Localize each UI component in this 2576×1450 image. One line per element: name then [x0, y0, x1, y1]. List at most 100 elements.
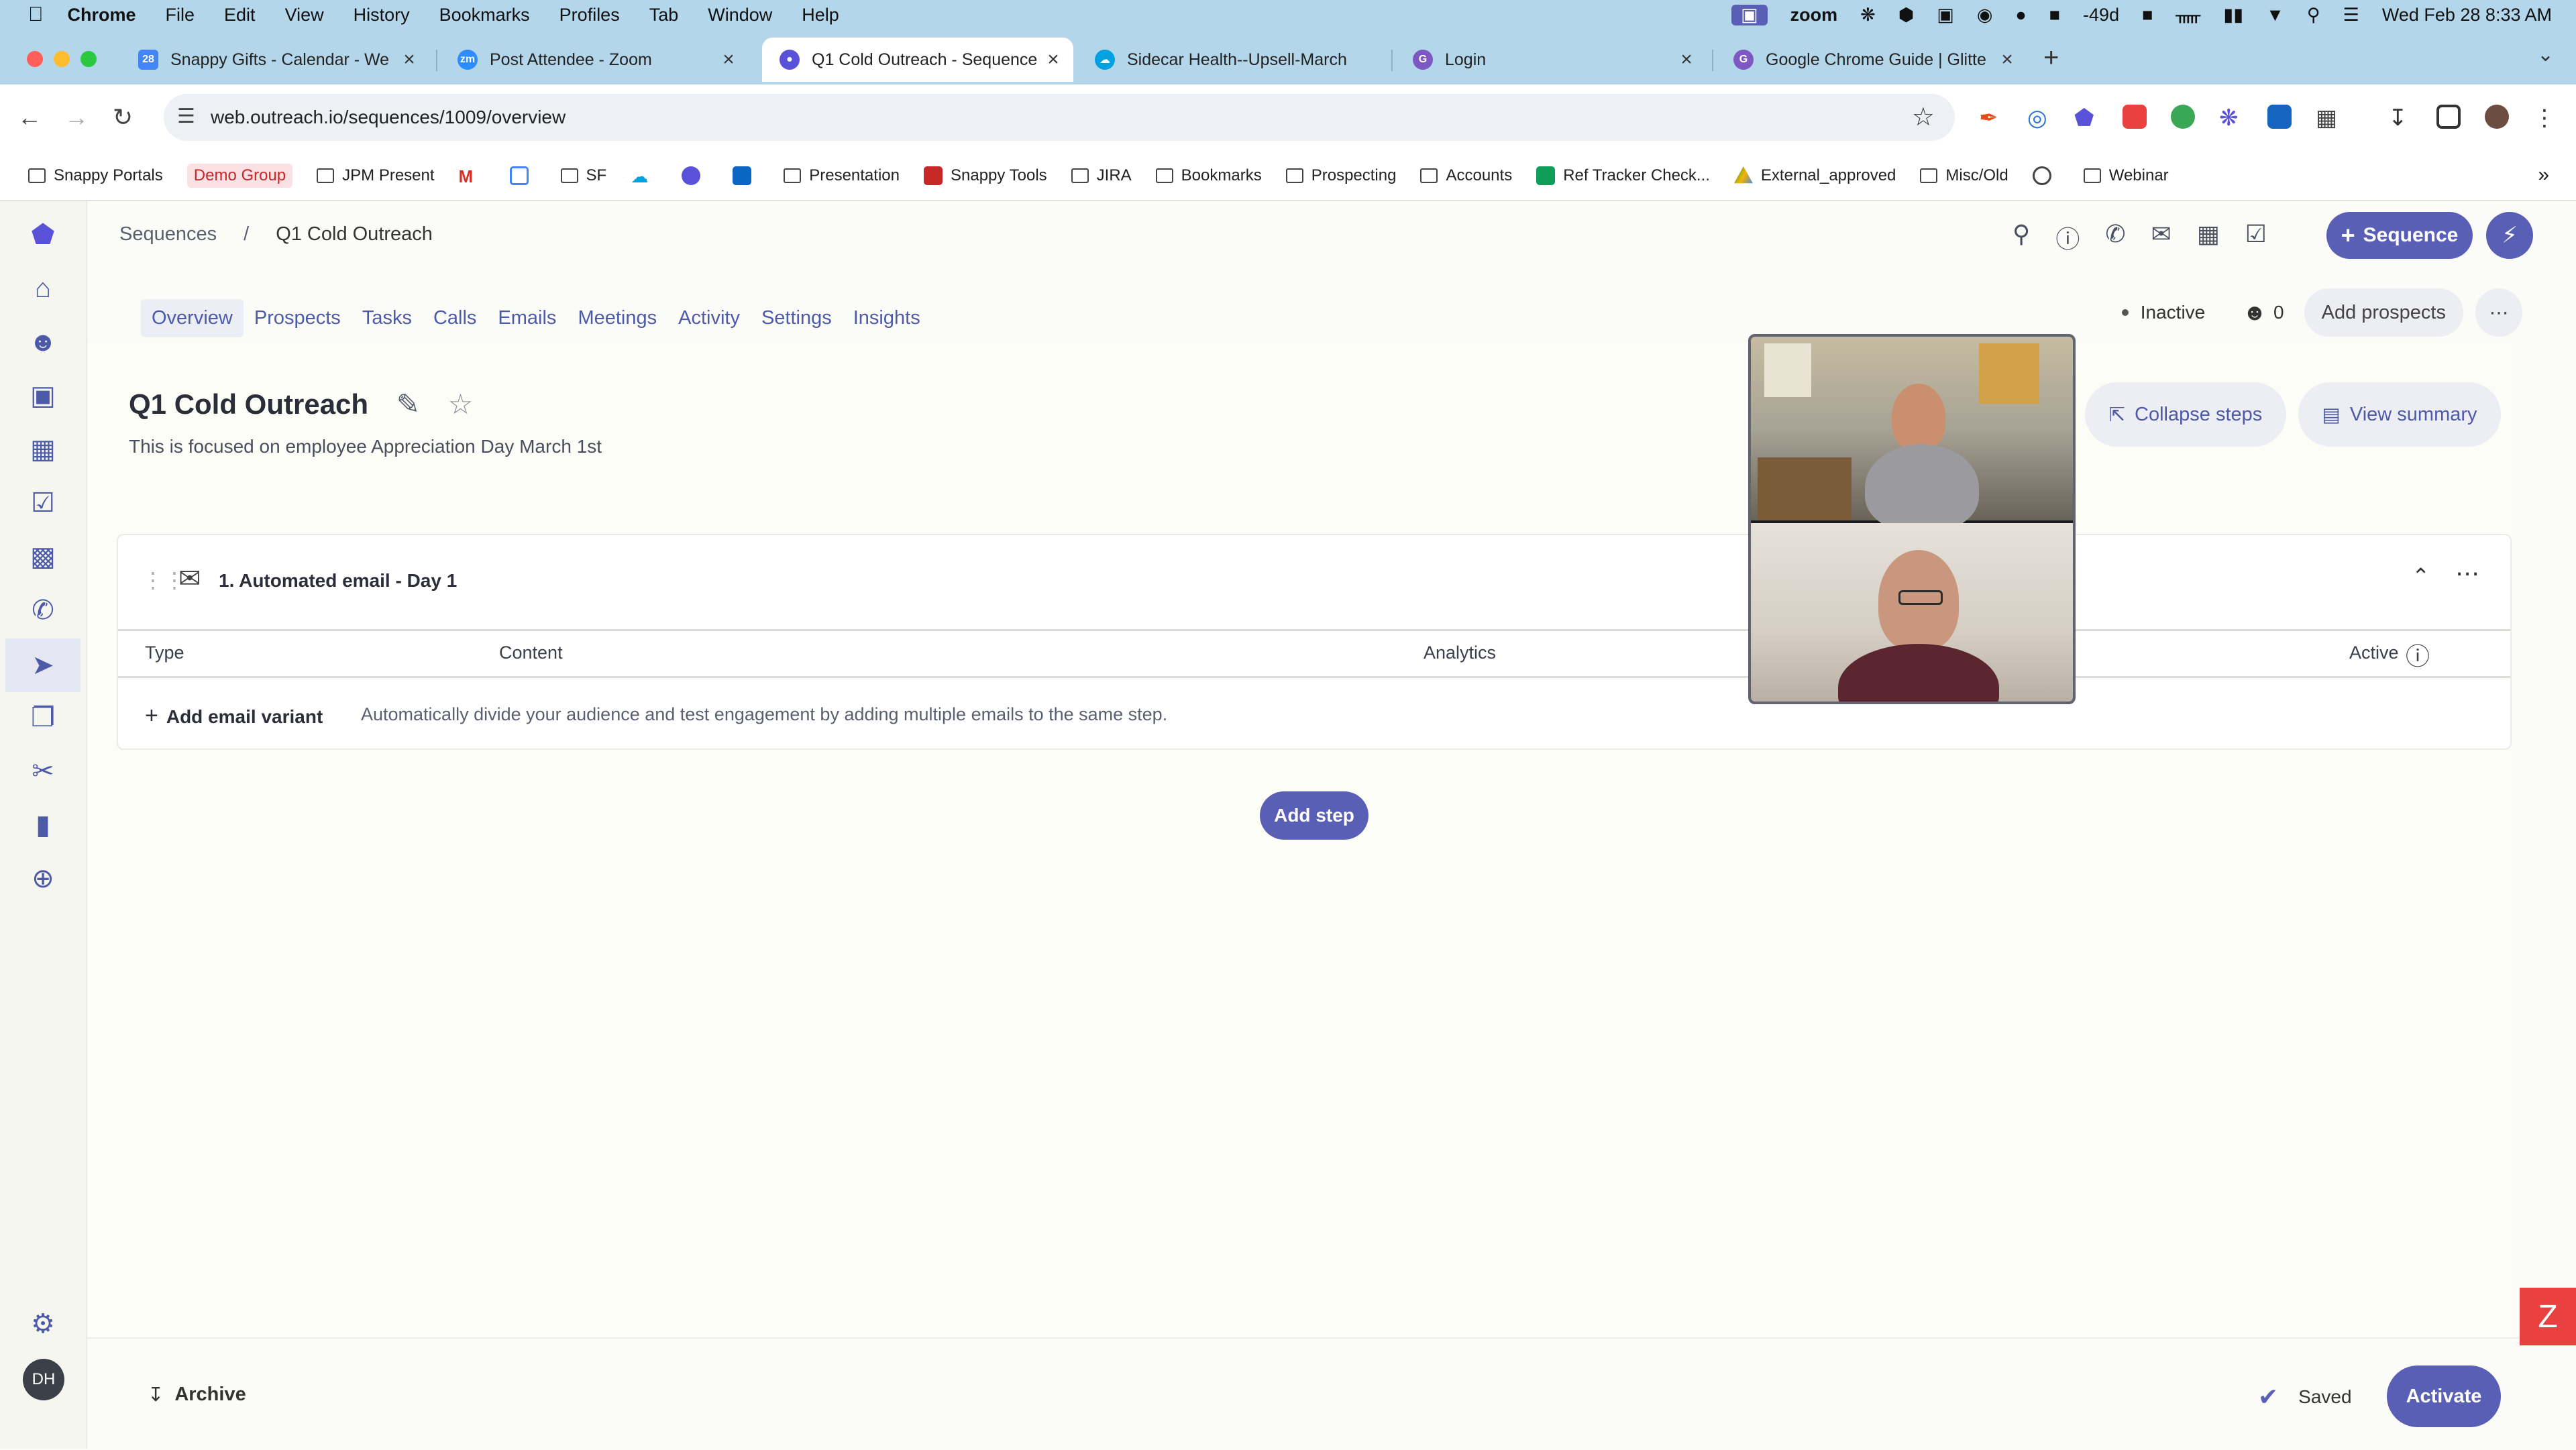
prospects-icon[interactable]: ☻: [2243, 300, 2267, 326]
collapse-steps-button[interactable]: ⇱ Collapse steps: [2085, 382, 2286, 447]
waveform-icon[interactable]: ◉: [1977, 5, 1993, 25]
tab-salesforce[interactable]: ☁ Sidecar Health--Upsell-March ×: [1077, 38, 1389, 82]
close-icon[interactable]: ×: [1994, 48, 2021, 71]
settings-gear-icon[interactable]: ⚙: [27, 1308, 59, 1340]
bookmark-prospecting[interactable]: Prospecting: [1285, 166, 1396, 185]
tab-outreach[interactable]: ● Q1 Cold Outreach - Sequence ×: [762, 38, 1073, 82]
bookmark-snappy-portals[interactable]: Snappy Portals: [28, 166, 163, 185]
close-icon[interactable]: ×: [1673, 48, 1700, 71]
reload-icon[interactable]: ↻: [113, 103, 133, 131]
tab-calls[interactable]: Calls: [423, 299, 487, 337]
activate-button[interactable]: Activate: [2387, 1365, 2501, 1427]
bluetooth-icon[interactable]: ᚅ: [2176, 5, 2200, 25]
tab-calendar[interactable]: 28 Snappy Gifts - Calendar - We ×: [121, 38, 429, 82]
tab-settings[interactable]: Settings: [751, 299, 843, 337]
mail-icon[interactable]: ✉: [2151, 220, 2171, 255]
more-options-button[interactable]: ⋯: [2475, 288, 2522, 337]
new-sequence-button[interactable]: + Sequence: [2326, 212, 2473, 259]
inbox-icon[interactable]: ▩: [27, 541, 59, 573]
bookmark-bookmarks[interactable]: Bookmarks: [1155, 166, 1262, 185]
screen-share-icon[interactable]: ▣: [1731, 4, 1768, 25]
briefcase-icon[interactable]: ▣: [27, 380, 59, 412]
tab-zoom[interactable]: zm Post Attendee - Zoom ×: [440, 38, 749, 82]
menu-icon[interactable]: ⋮: [2533, 105, 2557, 131]
search-icon[interactable]: ⚲: [2012, 220, 2030, 255]
battery-icon[interactable]: ▮▮: [2223, 5, 2243, 25]
bookmark-calendar[interactable]: [509, 166, 537, 185]
zoom-video-window[interactable]: [1748, 334, 2076, 704]
lx-icon[interactable]: ▣: [1937, 5, 1954, 25]
a-icon[interactable]: ■: [2142, 5, 2153, 25]
view-summary-button[interactable]: ▤ View summary: [2298, 382, 2501, 447]
add-circle-icon[interactable]: ⊕: [27, 862, 59, 895]
bookmark-presentation[interactable]: Presentation: [784, 166, 900, 185]
menu-file[interactable]: File: [166, 5, 195, 25]
bookmark-jpm-present[interactable]: JPM Present: [317, 166, 435, 185]
bookmark-globe[interactable]: [2032, 166, 2059, 185]
bookmark-demo-group[interactable]: Demo Group: [186, 164, 293, 188]
tab-prospects[interactable]: Prospects: [244, 299, 352, 337]
add-step-button[interactable]: Add step: [1260, 791, 1368, 840]
bookmark-linkedin[interactable]: [733, 166, 759, 185]
maximize-window-button[interactable]: [80, 51, 97, 67]
menu-edit[interactable]: Edit: [224, 5, 256, 25]
download-icon[interactable]: ↧: [2388, 105, 2412, 131]
tab-chrome-guide[interactable]: G Google Chrome Guide | Glitte ×: [1716, 38, 2027, 82]
sequences-send-icon[interactable]: ➤: [5, 638, 80, 692]
bookmark-jira[interactable]: JIRA: [1071, 166, 1132, 185]
menu-view[interactable]: View: [285, 5, 324, 25]
extension-green-icon[interactable]: [2171, 105, 2195, 129]
close-icon[interactable]: ×: [396, 48, 423, 71]
grammarly-icon[interactable]: ●: [2015, 5, 2026, 25]
star-icon[interactable]: ☆: [448, 388, 474, 420]
bookmark-misc-old[interactable]: Misc/Old: [1920, 166, 2008, 185]
clock[interactable]: Wed Feb 28 8:33 AM: [2382, 5, 2552, 25]
calendar-icon[interactable]: ▦: [27, 433, 59, 465]
info-icon[interactable]: ⓘ: [2406, 637, 2430, 672]
zendesk-widget-icon[interactable]: Z: [2520, 1288, 2576, 1345]
tab-meetings[interactable]: Meetings: [567, 299, 667, 337]
quick-actions-button[interactable]: ⚡: [2486, 212, 2533, 259]
apple-icon[interactable]: : [28, 3, 44, 26]
phone-icon[interactable]: ✆: [27, 594, 59, 626]
extension-trello-icon[interactable]: [2267, 105, 2292, 129]
tab-search-icon[interactable]: ⌄: [2537, 43, 2554, 66]
weather-status[interactable]: -49d: [2083, 5, 2119, 25]
more-bookmarks-icon[interactable]: »: [2538, 164, 2549, 186]
add-email-variant-button[interactable]: + Add email variant: [145, 703, 323, 729]
help-icon[interactable]: ⓘ: [2055, 220, 2080, 255]
back-icon[interactable]: ←: [17, 103, 42, 131]
s-icon[interactable]: ■: [2049, 5, 2060, 25]
bookmark-snappy-tools[interactable]: Snappy Tools: [923, 166, 1047, 185]
extension-cog-icon[interactable]: ❋: [2219, 105, 2243, 131]
tab-tasks[interactable]: Tasks: [352, 299, 423, 337]
search-icon[interactable]: ⚲: [2307, 5, 2320, 25]
step-header[interactable]: ⋮⋮ ✉ 1. Automated email - Day 1 ⌃ ⋯: [118, 535, 2510, 631]
edit-pencil-icon[interactable]: ✎: [396, 388, 420, 420]
extensions-puzzle-icon[interactable]: ▦: [2316, 105, 2340, 131]
menu-history[interactable]: History: [354, 5, 410, 25]
menu-profiles[interactable]: Profiles: [559, 5, 620, 25]
chevron-up-icon[interactable]: ⌃: [2412, 563, 2430, 589]
tab-emails[interactable]: Emails: [487, 299, 567, 337]
add-prospects-button[interactable]: Add prospects: [2304, 288, 2463, 337]
cube-icon[interactable]: ⬢: [1898, 5, 1915, 25]
extension-red-icon[interactable]: [2123, 105, 2147, 129]
phone-icon[interactable]: ✆: [2105, 220, 2125, 255]
star-icon[interactable]: ☆: [1912, 102, 1935, 132]
outreach-logo-icon[interactable]: ⬟: [27, 219, 59, 251]
tab-login[interactable]: G Login ×: [1395, 38, 1707, 82]
bookmark-outreach[interactable]: [682, 166, 708, 185]
bookmark-cloud[interactable]: ☁: [631, 166, 657, 186]
bookmark-ref-tracker[interactable]: Ref Tracker Check...: [1536, 166, 1710, 185]
side-panel-icon[interactable]: [2436, 105, 2461, 129]
templates-icon[interactable]: ❐: [27, 702, 59, 734]
home-icon[interactable]: ⌂: [27, 272, 59, 304]
archive-button[interactable]: ↧ Archive: [148, 1383, 246, 1406]
close-window-button[interactable]: [27, 51, 43, 67]
tab-insights[interactable]: Insights: [843, 299, 931, 337]
new-tab-button[interactable]: +: [2043, 43, 2059, 73]
bookmark-webinar[interactable]: Webinar: [2083, 166, 2169, 185]
menu-window[interactable]: Window: [708, 5, 772, 25]
control-center-icon[interactable]: ☰: [2343, 5, 2359, 25]
